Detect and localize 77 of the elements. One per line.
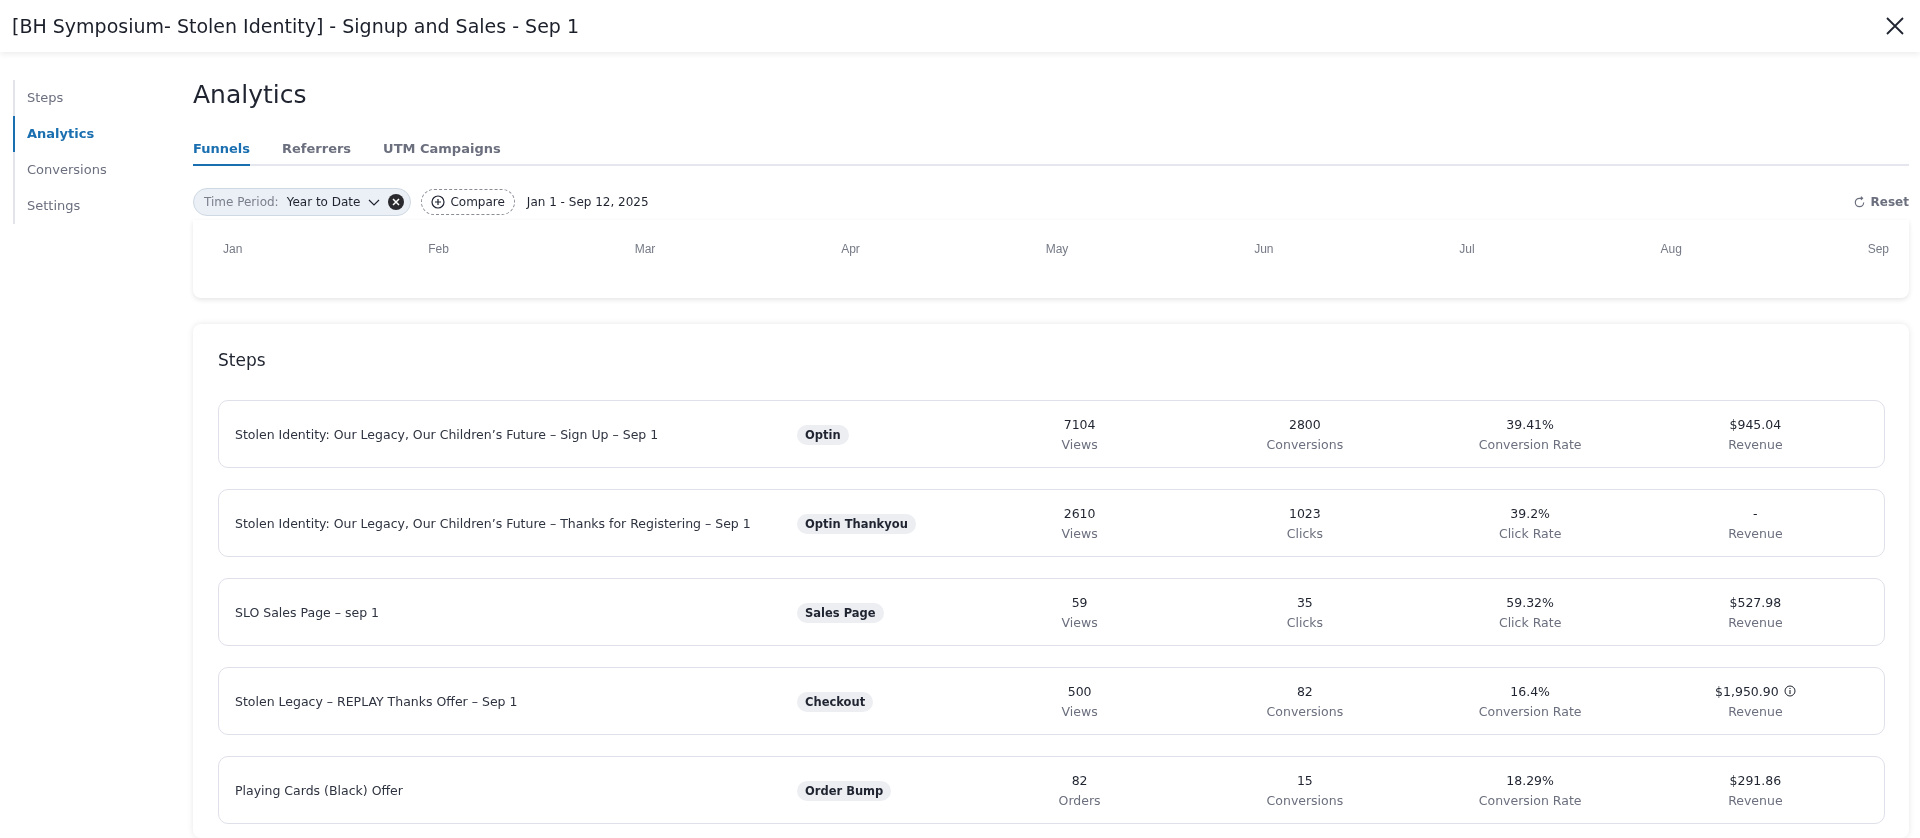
step-type-tag: Sales Page — [797, 602, 884, 623]
metric-label: Orders — [1058, 792, 1101, 808]
metric-value: - — [1753, 505, 1758, 521]
metric-label: Clicks — [1286, 525, 1324, 541]
metric-value: 82 — [1296, 683, 1313, 699]
month-label: Jun — [1254, 242, 1274, 256]
step-name: Stolen Identity: Our Legacy, Our Children’s Future – Sign Up – Sep 1 — [235, 426, 660, 442]
step-name: Stolen Legacy – REPLAY Thanks Offer – Sep 1 — [235, 693, 519, 709]
metric-value: 500 — [1067, 683, 1092, 699]
tab[interactable]: UTM Campaigns — [383, 137, 501, 166]
step-type-tag: Checkout — [797, 691, 874, 712]
metric-value: $1,950.90 — [1715, 683, 1779, 699]
metric-value: $291.86 — [1729, 772, 1782, 788]
date-range: Jan 1 - Sep 12, 2025 — [526, 195, 649, 209]
step-type-tag: Optin Thankyou — [797, 513, 916, 534]
metric-label: Views — [1061, 525, 1098, 541]
reset-button[interactable]: Reset — [1852, 195, 1909, 209]
metric-value: 39.41% — [1506, 416, 1554, 432]
month-label: Jan — [223, 242, 243, 256]
metric-value: 18.29% — [1506, 772, 1554, 788]
metric-value: $527.98 — [1729, 594, 1782, 610]
metric-label: Conversion Rate — [1478, 703, 1582, 719]
metric-label: Views — [1061, 436, 1098, 452]
metric-value: 1023 — [1288, 505, 1321, 521]
metric-label: Revenue — [1728, 614, 1783, 630]
month-label: Jul — [1459, 242, 1475, 256]
sidebar-item[interactable]: Steps — [13, 80, 181, 116]
metric-value: 2610 — [1063, 505, 1096, 521]
metric-value: 15 — [1296, 772, 1313, 788]
metric-label: Views — [1061, 614, 1098, 630]
metric-value: 59.32% — [1506, 594, 1554, 610]
sidebar-item[interactable]: Conversions — [13, 152, 181, 188]
metric-label: Revenue — [1728, 792, 1783, 808]
metric-label: Views — [1061, 703, 1098, 719]
time-period-filter[interactable]: Time Period: Year to Date — [193, 188, 412, 216]
metric-value: 35 — [1296, 594, 1313, 610]
metric-label: Revenue — [1728, 525, 1783, 541]
sidebar-item[interactable]: Settings — [13, 188, 181, 224]
step-name: Playing Cards (Black) Offer — [235, 782, 404, 798]
metric-value: 82 — [1071, 772, 1088, 788]
metric-value: 7104 — [1063, 416, 1096, 432]
tab[interactable]: Referrers — [282, 137, 352, 166]
metric-label: Conversion Rate — [1478, 436, 1582, 452]
metric-value: 16.4% — [1510, 683, 1550, 699]
metric-value: 2800 — [1288, 416, 1321, 432]
month-label: Feb — [428, 242, 449, 256]
step-type-tag: Order Bump — [797, 780, 892, 801]
sidebar-item[interactable]: Analytics — [13, 116, 181, 152]
month-label: Sep — [1867, 242, 1889, 256]
page-heading: Analytics — [193, 80, 308, 109]
plus-circle-icon — [431, 195, 446, 209]
metric-label: Click Rate — [1498, 614, 1562, 630]
step-type-tag: Optin — [797, 424, 849, 445]
metric-label: Clicks — [1286, 614, 1324, 630]
month-label: Apr — [841, 242, 860, 256]
step-name: Stolen Identity: Our Legacy, Our Children’s Future – Thanks for Registering – Sep 1 — [235, 515, 752, 531]
metric-label: Conversions — [1266, 703, 1344, 719]
metric-label: Conversions — [1266, 436, 1344, 452]
metric-label: Click Rate — [1498, 525, 1562, 541]
metric-label: Revenue — [1728, 703, 1783, 719]
month-label: Aug — [1660, 242, 1682, 256]
metric-value: 39.2% — [1510, 505, 1550, 521]
metric-label: Conversion Rate — [1478, 792, 1582, 808]
tab[interactable]: Funnels — [193, 137, 250, 166]
refresh-icon — [1852, 195, 1866, 209]
clear-icon[interactable] — [388, 194, 405, 210]
step-name: SLO Sales Page – sep 1 — [235, 604, 381, 620]
close-icon[interactable] — [1884, 15, 1906, 37]
info-icon[interactable] — [1783, 685, 1796, 697]
month-label: Mar — [634, 242, 656, 256]
metric-label: Revenue — [1728, 436, 1783, 452]
metric-value: 59 — [1071, 594, 1088, 610]
window-title: [BH Symposium- Stolen Identity] - Signup and Sales - Sep 1 — [12, 15, 580, 37]
month-label: May — [1045, 242, 1069, 256]
metric-label: Conversions — [1266, 792, 1344, 808]
section-title: Steps — [218, 350, 267, 370]
metric-value: $945.04 — [1729, 416, 1782, 432]
